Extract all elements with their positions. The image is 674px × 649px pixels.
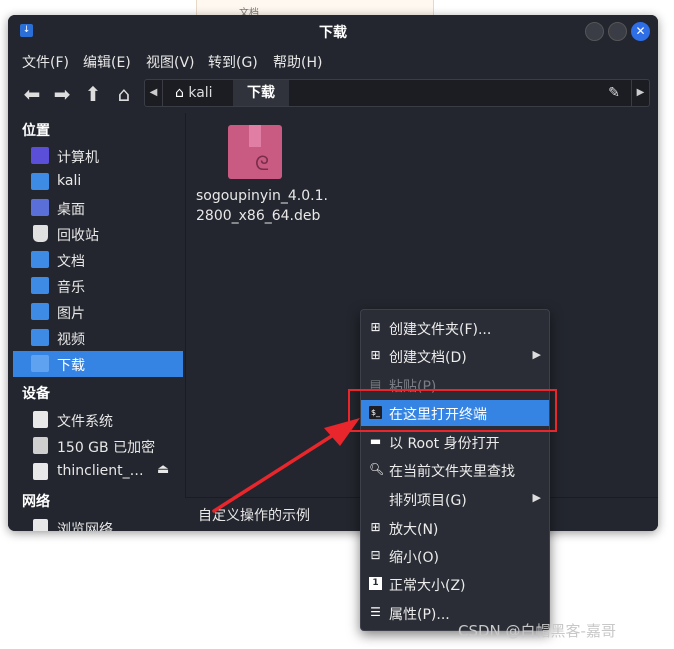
sidebar-heading-devices: 设备 <box>22 386 50 402</box>
sidebar-item-desktop[interactable]: 桌面 <box>13 195 183 221</box>
drive-icon <box>33 411 48 428</box>
path-scroll-right-button[interactable]: ▶ <box>631 80 649 106</box>
submenu-arrow-icon: ▶ <box>532 491 541 504</box>
menu-file[interactable]: 文件(F) <box>22 52 69 72</box>
home-icon: ⌂ <box>117 82 131 106</box>
network-icon <box>33 519 48 531</box>
menu-edit[interactable]: 编辑(E) <box>83 52 131 72</box>
edit-location-button[interactable]: ✎ <box>601 80 627 106</box>
menu-item-zoom-in[interactable]: ⊞ 放大(N) <box>361 515 549 541</box>
titlebar[interactable]: ↓ 下载 ✕ <box>8 15 658 46</box>
pencil-icon: ✎ <box>608 85 620 101</box>
sidebar-item-home[interactable]: kali <box>13 169 183 195</box>
computer-icon <box>31 147 49 164</box>
zoom-out-icon: ⊟ <box>370 548 381 562</box>
menu-item-create-folder[interactable]: ⊞ 创建文件夹(F)... <box>361 315 549 341</box>
sidebar-item-videos[interactable]: 视频 <box>13 325 183 351</box>
menu-item-create-document[interactable]: ⊞ 创建文档(D) ▶ <box>361 343 549 369</box>
music-folder-icon <box>31 277 49 294</box>
arrow-left-icon: ⬅ <box>23 82 41 106</box>
location-bar: ◀ ⌂ kali 下载 ✎ ▶ <box>144 79 650 107</box>
sidebar-item-music[interactable]: 音乐 <box>13 273 183 299</box>
context-menu: ⊞ 创建文件夹(F)... ⊞ 创建文档(D) ▶ ▤ 粘贴(P) $_ 在这里… <box>360 309 550 631</box>
up-button[interactable]: ⬆ <box>81 82 105 106</box>
sidebar: 位置 计算机 kali 桌面 回收站 文档 音乐 图片 视频 下载 设备 文件系… <box>8 113 184 531</box>
maximize-button[interactable] <box>608 22 627 41</box>
deb-package-icon[interactable]: ᘓ <box>228 125 282 179</box>
sidebar-item-computer[interactable]: 计算机 <box>13 143 183 169</box>
search-icon: 🔍︎ <box>369 462 385 476</box>
sidebar-item-pictures[interactable]: 图片 <box>13 299 183 325</box>
sidebar-item-thinclient[interactable]: thinclient_… ⏏ <box>13 459 183 485</box>
menu-item-zoom-out[interactable]: ⊟ 缩小(O) <box>361 543 549 569</box>
file-manager-window: ↓ 下载 ✕ 文件(F) 编辑(E) 视图(V) 转到(G) 帮助(H) ⬅ ➡… <box>8 15 658 531</box>
home-icon: ⌂ <box>175 85 189 101</box>
status-text: 自定义操作的示例 <box>198 508 310 524</box>
downloads-folder-icon <box>31 355 49 372</box>
menu-item-open-as-root[interactable]: ▬ 以 Root 身份打开 <box>361 429 549 455</box>
window-title: 下载 <box>319 25 347 41</box>
properties-icon: ☰ <box>370 605 381 619</box>
breadcrumb-downloads[interactable]: 下载 <box>233 80 289 106</box>
debian-swirl-icon: ᘓ <box>254 151 270 175</box>
sidebar-item-downloads[interactable]: 下载 <box>13 351 183 377</box>
sidebar-item-filesystem[interactable]: 文件系统 <box>13 407 183 433</box>
submenu-arrow-icon: ▶ <box>532 348 541 361</box>
sidebar-item-documents[interactable]: 文档 <box>13 247 183 273</box>
menu-item-normal-size[interactable]: 1 正常大小(Z) <box>361 571 549 597</box>
removable-drive-icon <box>33 463 48 480</box>
menu-help[interactable]: 帮助(H) <box>273 52 322 72</box>
file-name[interactable]: sogoupinyin_4.0.1. 2800_x86_64.deb <box>196 186 356 226</box>
desktop-folder-icon <box>31 199 49 216</box>
menu-item-search-folder[interactable]: 🔍︎ 在当前文件夹里查找 <box>361 457 549 483</box>
trash-icon <box>33 225 48 242</box>
folder-icon: ▬ <box>369 434 382 448</box>
eject-icon[interactable]: ⏏ <box>157 462 169 477</box>
sidebar-item-encrypted-volume[interactable]: 150 GB 已加密 <box>13 433 183 459</box>
sidebar-item-trash[interactable]: 回收站 <box>13 221 183 247</box>
annotation-highlight-box <box>348 389 557 432</box>
sidebar-heading-network: 网络 <box>22 494 50 510</box>
minimize-button[interactable] <box>585 22 604 41</box>
background-document: 文档 <box>196 0 434 19</box>
close-button[interactable]: ✕ <box>631 22 650 41</box>
watermark: CSDN @白帽黑客-嘉哥 <box>458 622 616 640</box>
forward-button[interactable]: ➡ <box>50 82 74 106</box>
menu-item-arrange-items[interactable]: 排列项目(G) ▶ <box>361 486 549 512</box>
back-button[interactable]: ⬅ <box>20 82 44 106</box>
zoom-in-icon: ⊞ <box>370 520 381 534</box>
arrow-up-icon: ⬆ <box>84 82 102 106</box>
videos-folder-icon <box>31 329 49 346</box>
sidebar-heading-places: 位置 <box>22 123 50 139</box>
path-scroll-left-button[interactable]: ◀ <box>145 80 163 106</box>
home-folder-icon <box>31 173 49 190</box>
menubar: 文件(F) 编辑(E) 视图(V) 转到(G) 帮助(H) <box>8 46 658 75</box>
menu-view[interactable]: 视图(V) <box>146 52 195 72</box>
plus-icon: ⊞ <box>370 348 381 362</box>
pictures-folder-icon <box>31 303 49 320</box>
sidebar-item-browse-network[interactable]: 浏览网络 <box>13 515 183 531</box>
arrow-right-icon: ➡ <box>53 82 71 106</box>
breadcrumb-kali[interactable]: ⌂ kali <box>175 80 213 106</box>
drive-icon <box>33 437 48 454</box>
documents-folder-icon <box>31 251 49 268</box>
toolbar: ⬅ ➡ ⬆ ⌂ ◀ ⌂ kali 下载 ✎ ▶ <box>8 75 658 113</box>
menu-go[interactable]: 转到(G) <box>208 52 258 72</box>
plus-icon: ⊞ <box>370 320 381 334</box>
zoom-normal-icon: 1 <box>369 577 382 590</box>
home-button[interactable]: ⌂ <box>112 82 136 106</box>
